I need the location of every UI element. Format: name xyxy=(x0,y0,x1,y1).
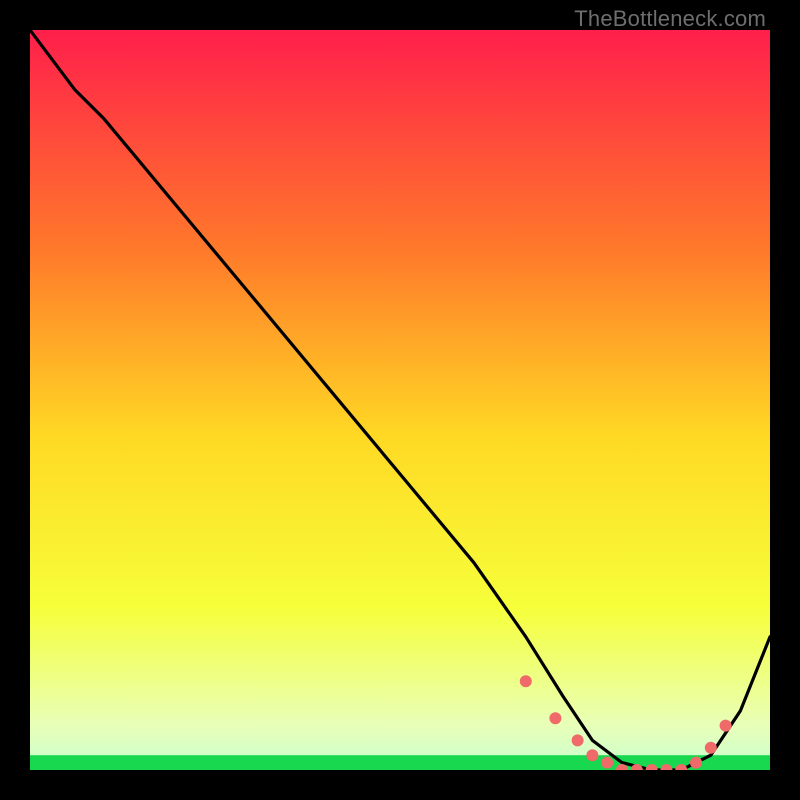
highlight-dot xyxy=(720,720,732,732)
highlight-dot xyxy=(572,734,584,746)
chart-container xyxy=(30,30,770,770)
watermark-text: TheBottleneck.com xyxy=(574,6,766,32)
gradient-background xyxy=(30,30,770,770)
highlight-dot xyxy=(520,675,532,687)
green-band xyxy=(30,755,770,770)
highlight-dot xyxy=(549,712,561,724)
highlight-dot xyxy=(690,757,702,769)
highlight-dot xyxy=(705,742,717,754)
highlight-dot xyxy=(586,749,598,761)
chart-svg xyxy=(30,30,770,770)
highlight-dot xyxy=(601,757,613,769)
